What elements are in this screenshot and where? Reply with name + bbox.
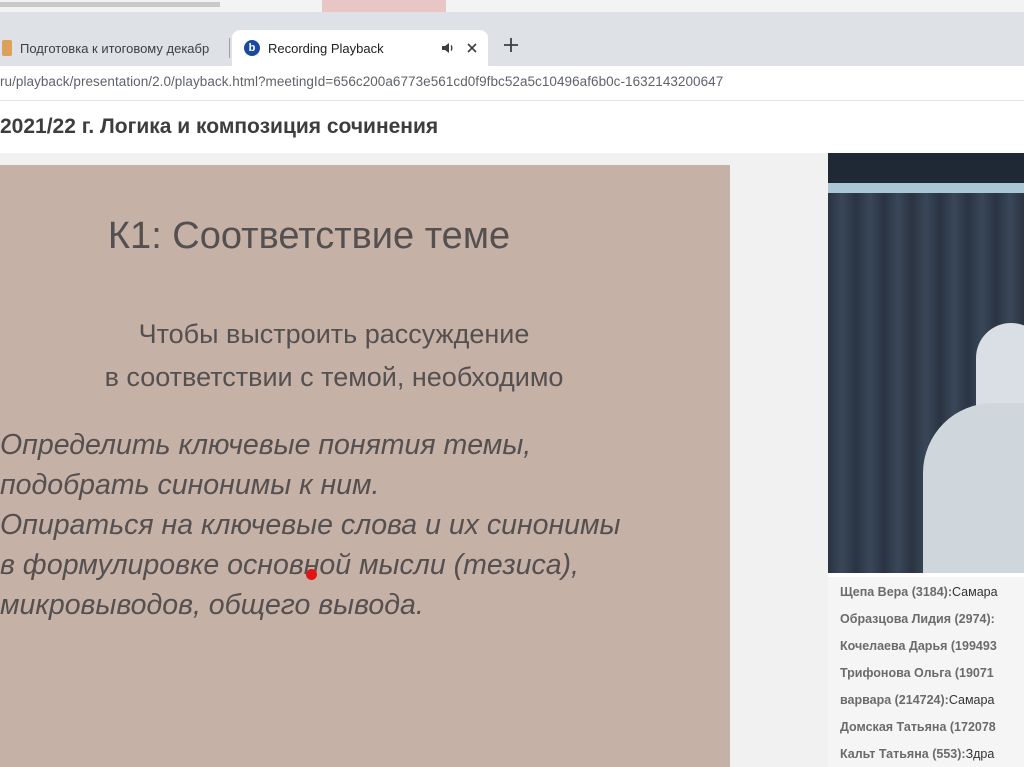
chat-author: варвара (214724): [840, 693, 949, 707]
tab-preparation[interactable]: Подготовка к итоговому декабр [0, 30, 230, 66]
slide-subtitle-line: Чтобы выстроить рассуждение [138, 319, 530, 349]
slide-body: Определить ключевые понятия темы, подобр… [0, 425, 621, 625]
chat-text: Самара [952, 585, 998, 599]
browser-tab-strip: Подготовка к итоговому декабр b Recordin… [0, 12, 1024, 66]
slide-subtitle-line: в соответствии с темой, необходимо [104, 362, 564, 392]
playback-header: 2021/22 г. Логика и композиция сочинения [0, 101, 1024, 154]
tab-title: Подготовка к итоговому декабр [20, 40, 210, 56]
chat-message: Щепа Вера (3184):Самара [840, 585, 998, 599]
chat-author: Домская Татьяна (172078 [840, 720, 996, 734]
document-favicon-icon [2, 40, 12, 56]
side-panel: Щепа Вера (3184):Самара Образцова Лидия … [828, 153, 1024, 767]
background-window-strip [0, 0, 1024, 12]
slide-body-line: подобрать синонимы к ним. [0, 469, 380, 501]
chat-panel: Щепа Вера (3184):Самара Образцова Лидия … [828, 577, 1024, 767]
chat-author: Кальт Татьяна (553): [840, 747, 966, 761]
chat-message: Трифонова Ольга (19071 [840, 666, 994, 680]
chat-message: варвара (214724):Самара [840, 693, 994, 707]
chat-author: Трифонова Ольга (19071 [840, 666, 994, 680]
slide-title: К1: Соответствие теме [107, 215, 511, 257]
address-bar[interactable]: ru/playback/presentation/2.0/playback.ht… [0, 66, 1024, 101]
new-tab-plus-icon[interactable] [500, 34, 522, 56]
webcam-video[interactable] [828, 153, 1024, 573]
chat-text: Здра [965, 747, 995, 761]
bigbluebutton-favicon-icon: b [244, 40, 260, 56]
chat-author: Щепа Вера (3184): [840, 585, 952, 599]
slide-subtitle: Чтобы выстроить рассуждение в соответств… [0, 313, 668, 399]
chat-message: Образцова Лидия (2974): [840, 612, 995, 626]
background-window-title [0, 2, 220, 7]
chat-text: Самара [948, 693, 995, 707]
chat-message: Кальт Татьяна (553):Здра [840, 747, 994, 761]
presenter-pointer [306, 569, 317, 580]
presenter-figure [923, 403, 1024, 573]
chat-message: Кочелаева Дарья (199493 [840, 639, 997, 653]
url-text[interactable]: ru/playback/presentation/2.0/playback.ht… [0, 74, 723, 89]
background-window-tab [322, 0, 446, 12]
tab-recording-playback[interactable]: b Recording Playback [232, 30, 488, 66]
slide-body-line: Опираться на ключевые слова и их синоним… [0, 509, 621, 541]
tab-separator [229, 38, 230, 58]
slide-body-line: Определить ключевые понятия темы, [0, 429, 532, 461]
close-icon[interactable] [464, 40, 480, 56]
presentation-slide: К1: Соответствие теме Чтобы выстроить ра… [0, 165, 730, 767]
speaker-icon[interactable] [440, 40, 456, 56]
chat-message: Домская Татьяна (172078 [840, 720, 996, 734]
presentation-area: К1: Соответствие теме Чтобы выстроить ра… [0, 153, 828, 767]
slide-body-line: микровыводов, общего вывода. [0, 589, 424, 621]
page-title: 2021/22 г. Логика и композиция сочинения [0, 115, 439, 138]
tab-title: Recording Playback [268, 40, 384, 56]
chat-author: Кочелаева Дарья (199493 [840, 639, 997, 653]
chat-author: Образцова Лидия (2974): [840, 612, 995, 626]
